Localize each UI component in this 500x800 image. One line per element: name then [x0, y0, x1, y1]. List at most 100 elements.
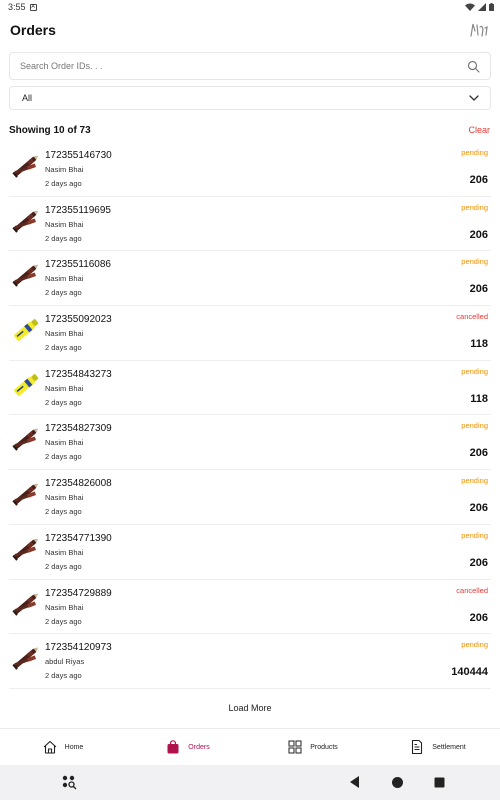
customer-name: abdul Riyas	[45, 657, 85, 667]
order-amount: 206	[469, 502, 488, 515]
order-amount: 206	[469, 228, 488, 241]
status-time: 3:55	[8, 2, 26, 12]
order-amount: 206	[469, 174, 488, 186]
order-row[interactable]: 172354729889 Nasim Bhai 2 days ago cancelle…	[9, 580, 491, 635]
order-time: 2 days ago	[45, 561, 82, 571]
status-badge: pending	[461, 421, 488, 431]
status-badge: pending	[461, 257, 488, 267]
bottom-nav: Home Orders Products Settlement	[0, 728, 500, 765]
grid-icon	[287, 739, 303, 755]
home-circle-icon[interactable]	[391, 776, 404, 789]
battery-icon	[489, 3, 494, 11]
order-row[interactable]: 172355092023 Nasim Bhai 2 days ago cancelle…	[9, 306, 491, 361]
signal-icon	[478, 3, 486, 11]
highlighter-icon	[9, 368, 43, 402]
status-badge: pending	[461, 148, 488, 157]
order-row[interactable]: 172355119695 Nasim Bhai 2 days ago pending 2…	[9, 197, 491, 252]
load-more-button[interactable]: Load More	[0, 698, 500, 718]
search-icon[interactable]	[467, 60, 480, 73]
app-header: Orders	[0, 14, 500, 46]
chevron-down-icon[interactable]	[468, 92, 480, 104]
order-amount: 206	[469, 447, 488, 460]
customer-name: Nasim Bhai	[45, 547, 84, 557]
order-row[interactable]: 172354827309 Nasim Bhai 2 days ago pending 2…	[9, 415, 491, 471]
order-row[interactable]: 172355146730 Nasim Bhai 2 days ago pending 2…	[9, 142, 491, 197]
system-nav-bar	[0, 765, 500, 800]
nav-item-label: Orders	[188, 743, 210, 751]
order-time: 2 days ago	[45, 397, 82, 407]
order-time: 2 days ago	[45, 616, 82, 626]
document-icon	[409, 739, 425, 755]
pen-icon	[9, 477, 43, 511]
order-id: 172355119695	[45, 204, 111, 216]
customer-name: Nasim Bhai	[45, 383, 84, 393]
shopping-bag-icon	[165, 739, 181, 755]
pen-icon	[9, 204, 43, 238]
page-title: Orders	[10, 22, 56, 38]
back-icon[interactable]	[349, 775, 361, 789]
search-input[interactable]: Search Order IDs. . .	[9, 52, 491, 80]
status-badge: cancelled	[456, 312, 488, 322]
order-amount: 118	[470, 392, 488, 405]
sim-icon: A	[29, 3, 37, 11]
nav-item-orders[interactable]: Orders	[125, 729, 250, 765]
status-badge: pending	[461, 202, 488, 212]
order-id: 172354827309	[45, 423, 112, 435]
pen-icon	[9, 422, 43, 456]
order-id: 172355092023	[45, 314, 112, 326]
app-search-icon[interactable]	[62, 775, 80, 791]
order-time: 2 days ago	[45, 671, 82, 681]
nav-item-label: Products	[310, 743, 338, 751]
customer-name: Nasim Bhai	[45, 274, 84, 284]
order-row[interactable]: 172354826008 Nasim Bhai 2 days ago pending 2…	[9, 470, 491, 525]
brand-logo-icon[interactable]	[468, 21, 490, 39]
orders-list: 172355146730 Nasim Bhai 2 days ago pending 2…	[9, 142, 491, 689]
status-badge: cancelled	[456, 585, 488, 595]
customer-name: Nasim Bhai	[45, 493, 84, 503]
status-bar: 3:55 A	[0, 0, 500, 14]
order-amount: 206	[469, 611, 488, 624]
order-amount: 140444	[451, 666, 488, 679]
order-id: 172354729889	[45, 587, 112, 599]
pen-icon	[9, 149, 43, 183]
order-id: 172354771390	[45, 532, 112, 544]
customer-name: Nasim Bhai	[45, 165, 84, 174]
order-id: 172354826008	[45, 478, 112, 490]
order-amount: 118	[470, 338, 488, 351]
order-row[interactable]: 172354120973 abdul Riyas 2 days ago pending…	[9, 634, 491, 689]
order-row[interactable]: 172354771390 Nasim Bhai 2 days ago pending 2…	[9, 525, 491, 580]
customer-name: Nasim Bhai	[45, 219, 84, 229]
customer-name: Nasim Bhai	[45, 329, 84, 339]
filter-selected-value: All	[22, 93, 33, 103]
wifi-icon	[465, 3, 475, 11]
nav-item-home[interactable]: Home	[0, 729, 125, 765]
order-row[interactable]: 172355116086 Nasim Bhai 2 days ago pending 2…	[9, 251, 491, 307]
status-badge: pending	[461, 640, 488, 650]
status-left: 3:55 A	[8, 2, 37, 12]
pen-icon	[9, 641, 43, 675]
status-badge: pending	[461, 476, 488, 486]
pen-icon	[9, 587, 43, 621]
order-row[interactable]: 172354843273 Nasim Bhai 2 days ago pending 1…	[9, 361, 491, 416]
order-time: 2 days ago	[45, 452, 82, 462]
order-amount: 206	[469, 283, 488, 296]
order-time: 2 days ago	[45, 343, 82, 353]
pen-icon	[9, 532, 43, 566]
order-time: 2 days ago	[45, 179, 82, 188]
nav-item-label: Settlement	[432, 743, 466, 751]
order-time: 2 days ago	[45, 507, 82, 517]
nav-item-settlement[interactable]: Settlement	[375, 729, 500, 765]
status-right	[465, 3, 494, 11]
order-id: 172354120973	[45, 642, 112, 654]
highlighter-icon	[9, 313, 43, 347]
recents-icon[interactable]	[434, 777, 445, 788]
nav-item-products[interactable]: Products	[250, 729, 375, 765]
order-time: 2 days ago	[45, 233, 82, 243]
results-count: Showing 10 of 73	[9, 124, 91, 136]
status-filter-select[interactable]: All	[9, 86, 491, 110]
home-icon	[42, 739, 58, 755]
clear-filters-button[interactable]: Clear	[468, 125, 491, 135]
order-time: 2 days ago	[45, 288, 82, 298]
status-badge: pending	[461, 366, 488, 376]
order-id: 172355146730	[45, 150, 112, 161]
